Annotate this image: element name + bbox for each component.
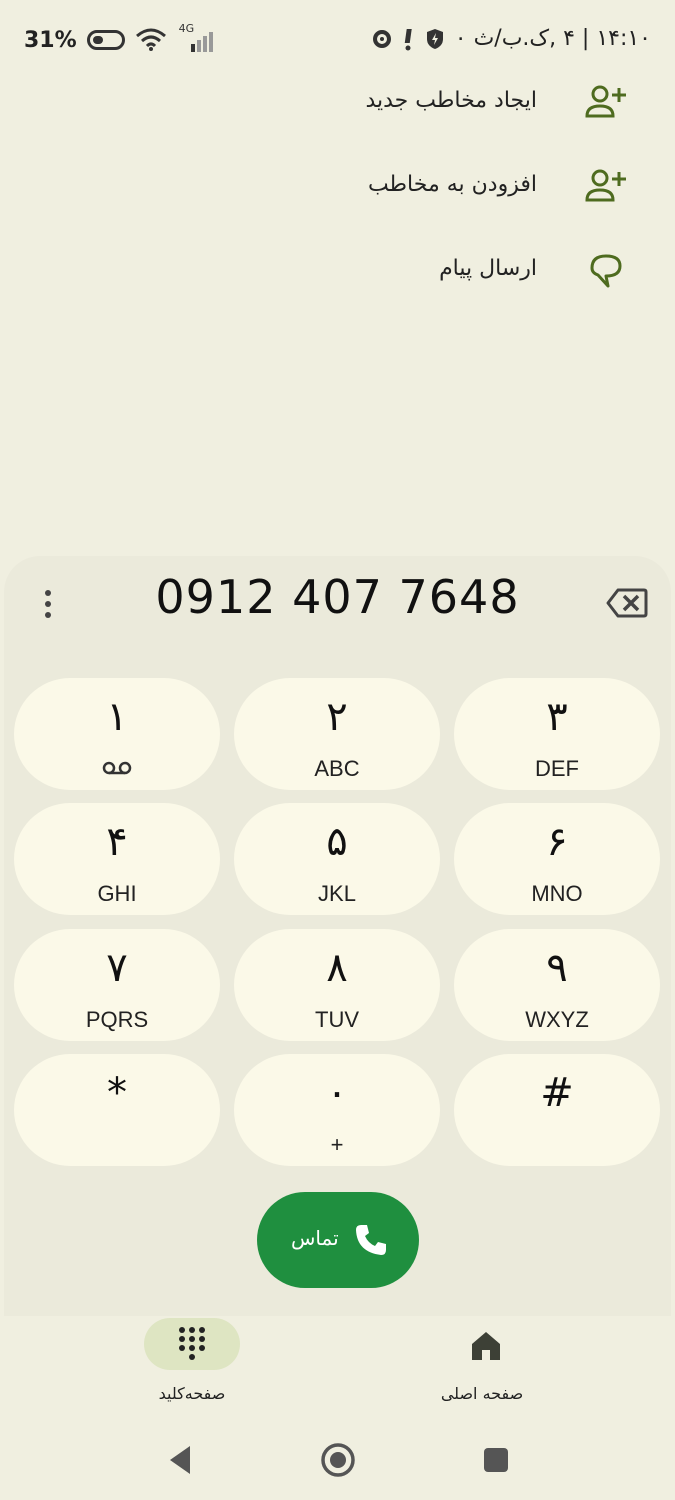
key-letters: ABC [314,756,360,781]
system-nav-bar [0,1420,675,1500]
home-circle-icon[interactable] [320,1442,356,1478]
key-0[interactable]: ۰ + [234,1054,440,1166]
add-person-icon [585,169,626,202]
key-digit: ۸ [326,945,348,991]
call-label: تماس [291,1226,339,1250]
key-7[interactable]: ۷ PQRS [14,929,220,1041]
key-9[interactable]: ۹ WXYZ [454,929,660,1041]
message-bubble-icon [590,254,622,288]
add-person-icon [585,85,626,118]
dialed-number[interactable]: 0912 407 7648 [120,570,555,640]
wifi-icon [135,28,166,51]
create-contact-action[interactable]: ایجاد مخاطب جدید [0,60,675,144]
shield-icon [426,28,443,49]
voicemail-icon [102,761,132,775]
action-label: ایجاد مخاطب جدید [365,88,537,113]
key-digit: ۱ [106,694,128,740]
gear-icon [372,29,391,48]
key-letters: PQRS [85,1007,149,1032]
call-button[interactable]: تماس [257,1192,419,1288]
key-letters: + [330,1132,344,1157]
dialpad-icon [179,1327,205,1360]
key-letters: MNO [531,881,583,906]
more-options-icon[interactable] [36,588,60,620]
key-hash[interactable]: # [454,1054,660,1166]
action-label: ارسال پیام [439,256,537,281]
key-2[interactable]: ۲ ABC [234,678,440,790]
date-time: ۱۴:۱۰ | ۴ ,ک.ب/ث ۰ [454,26,651,51]
send-message-action[interactable]: ارسال پیام [0,228,675,312]
nav-pill-active [144,1318,240,1370]
signal-icon: 4G [177,22,221,54]
key-digit: ۴ [106,819,128,865]
battery-icon [86,30,125,50]
status-right: ۱۴:۱۰ | ۴ ,ک.ب/ث ۰ [371,26,651,51]
key-letters: WXYZ [525,1007,589,1032]
alert-icon [404,28,412,50]
action-label: افزودن به مخاطب [367,172,537,197]
nav-home-label: صفحه اصلی [440,1384,524,1403]
key-3[interactable]: ۳ DEF [454,678,660,790]
key-digit: ۲ [326,694,348,740]
key-letters: DEF [535,756,579,781]
nav-keypad-label: صفحه‌کلید [158,1384,226,1403]
nav-pill [434,1318,530,1370]
home-icon [472,1332,500,1360]
key-digit: ۳ [546,694,568,740]
key-star[interactable]: * [14,1054,220,1166]
key-digit: ۰ [326,1070,348,1116]
bottom-nav: صفحه‌کلید صفحه اصلی [0,1310,675,1420]
key-letters: JKL [318,881,356,906]
key-5[interactable]: ۵ JKL [234,803,440,915]
key-digit: ۵ [326,819,348,865]
key-1[interactable]: ۱ [14,678,220,790]
key-letters: GHI [97,881,137,906]
key-digit: ۹ [546,945,568,991]
add-to-contact-action[interactable]: افزودن به مخاطب [0,144,675,228]
key-6[interactable]: ۶ MNO [454,803,660,915]
recents-icon[interactable] [482,1446,510,1474]
battery-percent: 31% [24,27,77,53]
key-4[interactable]: ۴ GHI [14,803,220,915]
nav-home[interactable]: صفحه اصلی [430,1318,534,1403]
status-left: 31% 4G [24,22,221,54]
nav-keypad[interactable]: صفحه‌کلید [140,1318,244,1403]
key-digit: # [540,1070,574,1116]
key-digit: * [107,1070,127,1116]
key-digit: ۷ [106,945,128,991]
key-8[interactable]: ۸ TUV [234,929,440,1041]
backspace-icon[interactable] [606,587,648,619]
phone-icon [356,1225,386,1255]
key-digit: ۶ [546,819,568,865]
key-letters: TUV [315,1007,359,1032]
back-icon[interactable] [166,1444,196,1476]
action-list: ایجاد مخاطب جدید افزودن به مخاطب ارسال پ… [0,60,675,312]
